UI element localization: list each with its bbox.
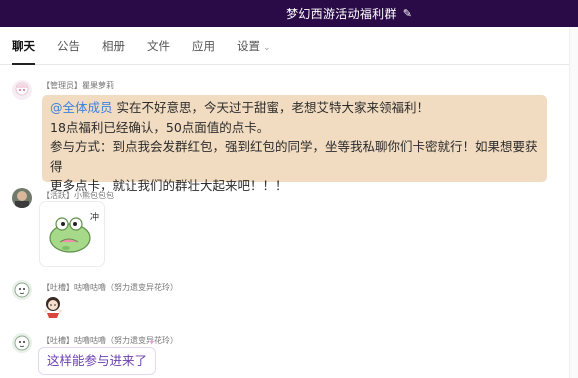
sender-name[interactable]: 【活跃】小熊包包包 [42, 190, 114, 201]
anime-avatar-icon [12, 80, 32, 100]
cartoon-avatar-icon [12, 333, 32, 353]
avatar[interactable] [12, 280, 32, 300]
girl-icon [44, 297, 62, 318]
message-line: 参与方式：到点我会发群红包，强到红包的同学，坐等我私聊你们卡密就行！如果想要获得 [50, 139, 538, 174]
title-bar: 梦幻西游活动福利群 ✎ [0, 0, 578, 27]
tab-settings[interactable]: 设置 ⌄ [237, 27, 271, 65]
sender-name[interactable]: 【吐槽】咕噜咕噜（努力遗变异花玲） [42, 282, 178, 293]
message-line: 更多点卡，就让我们的群壮大起来吧！！！ [50, 178, 288, 193]
message-line: 18点福利已经确认，50点面值的点卡。 [50, 119, 270, 135]
mention-all[interactable]: @全体成员 [50, 100, 113, 115]
avatar[interactable] [12, 188, 32, 208]
sender-name[interactable]: 【吐槽】咕噜咕噜（努力遗变异花玲） [42, 335, 178, 346]
tab-bar: 聊天 公告 相册 文件 应用 设置 ⌄ [0, 27, 578, 65]
cartoon-avatar-icon [12, 280, 32, 300]
tab-files[interactable]: 文件 [147, 27, 170, 65]
message-line: @全体成员 实在不好意思，今天过于甜蜜，老想艾特大家来领福利！ [50, 100, 429, 115]
avatar[interactable] [12, 80, 32, 100]
photo-avatar-icon [12, 188, 32, 208]
tab-settings-label: 设置 [237, 38, 260, 53]
text-message[interactable]: 这样能参与进来了 [38, 347, 157, 375]
sticker-caption: 冲 [90, 213, 100, 223]
pencil-icon[interactable]: ✎ [403, 7, 412, 20]
sender-name[interactable]: 【管理员】瞿果萝莉 [42, 80, 114, 91]
tab-album[interactable]: 相册 [102, 27, 125, 65]
chat-area: 【管理员】瞿果萝莉 @全体成员 实在不好意思，今天过于甜蜜，老想艾特大家来领福利… [0, 66, 578, 378]
tab-apps[interactable]: 应用 [192, 27, 215, 65]
group-title: 梦幻西游活动福利群 [286, 7, 397, 21]
sparkle-icon: ✦ [148, 338, 156, 348]
announcement-message[interactable]: @全体成员 实在不好意思，今天过于甜蜜，老想艾特大家来领福利！ 18点福利已经确… [42, 95, 547, 193]
chevron-down-icon: ⌄ [263, 42, 271, 53]
tab-chat[interactable]: 聊天 [12, 27, 35, 65]
avatar[interactable] [12, 333, 32, 353]
girl-sticker[interactable] [42, 295, 64, 319]
tab-announcement[interactable]: 公告 [57, 27, 80, 65]
frog-sticker[interactable]: 冲 [40, 202, 104, 266]
